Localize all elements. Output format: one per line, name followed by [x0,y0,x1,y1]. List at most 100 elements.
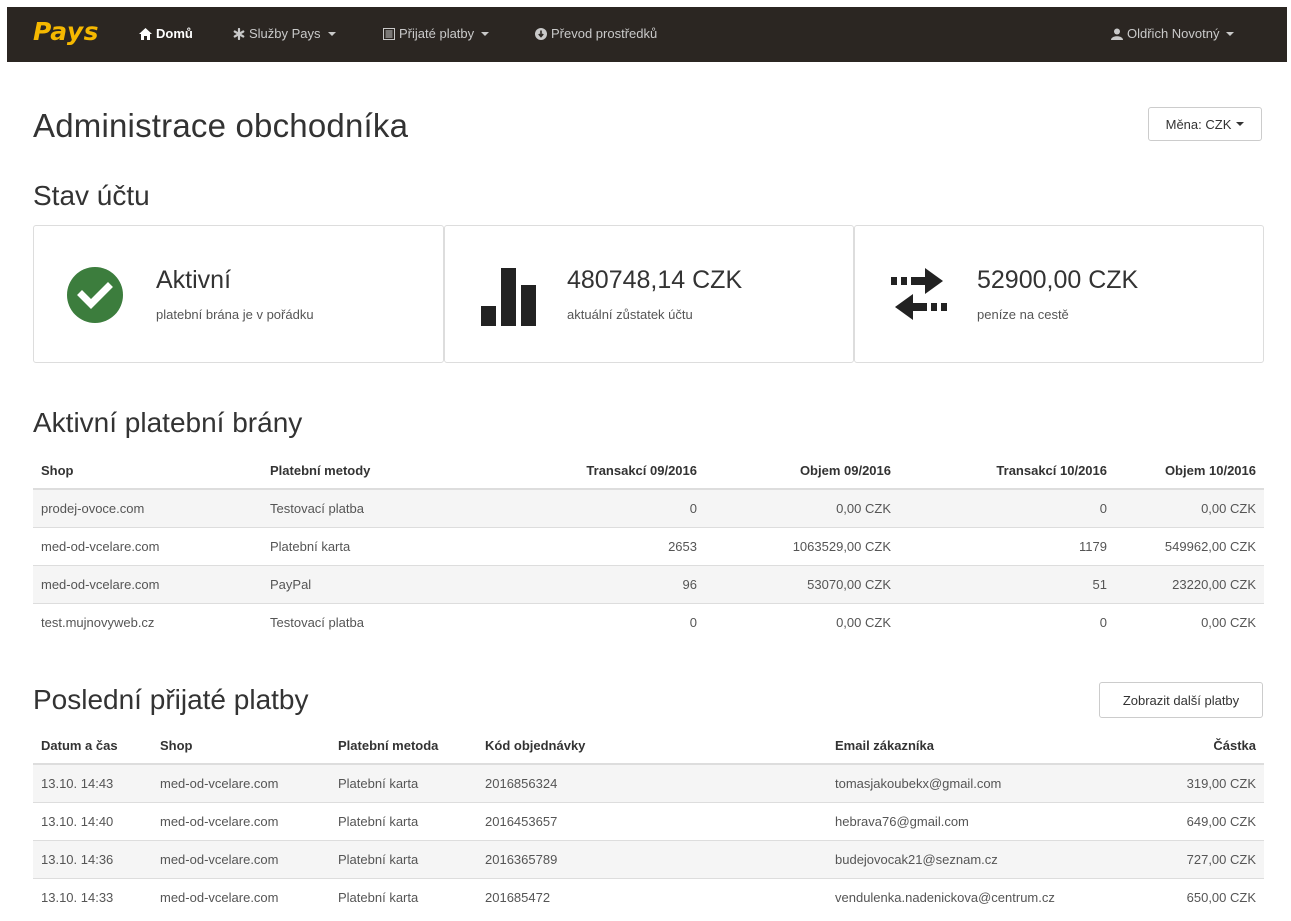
table-cell: 2653 [507,526,705,565]
status-desc: platební brána je v pořádku [156,307,314,322]
column-header: Platební metoda [330,728,477,765]
table-cell: prodej-ovoce.com [33,488,262,527]
table-cell: 96 [507,564,705,603]
table-cell: med-od-vcelare.com [152,801,330,840]
column-header: Transakcí 09/2016 [507,453,705,490]
status-value: Aktivní [156,266,232,294]
table-cell: 0 [899,488,1115,527]
table-row: med-od-vcelare.com PayPal 96 53070,00 CZ… [33,564,1264,603]
currency-dropdown-button[interactable]: Měna: CZK [1148,107,1262,141]
table-row: prodej-ovoce.com Testovací platba 0 0,00… [33,488,1264,527]
circle-arrow-down-icon [535,27,547,40]
status-card-active: Aktivní platební brána je v pořádku [33,225,444,363]
table-header-row: Shop Platební metody Transakcí 09/2016 O… [33,453,1264,490]
table-cell: Platební karta [330,839,477,878]
table-cell: 1179 [899,526,1115,565]
nav-item-services-label: Služby Pays [249,26,321,41]
table-cell: 0,00 CZK [1115,488,1264,527]
table-cell: med-od-vcelare.com [152,763,330,802]
asterisk-icon [233,27,245,40]
table-cell: Testovací platba [262,602,507,641]
page-title: Administrace obchodníka [33,107,409,144]
table-header-row: Datum a čas Shop Platební metoda Kód obj… [33,728,1264,765]
in-transit-desc: peníze na cestě [977,307,1069,322]
table-cell: med-od-vcelare.com [152,877,330,916]
table-cell: Platební karta [330,801,477,840]
top-navbar: Pays Domů Služby Pays Přijaté platby Pře… [7,7,1287,62]
chevron-down-icon [1236,122,1245,126]
table-cell: 0,00 CZK [705,488,899,527]
table-cell: 2016365789 [477,839,827,878]
table-row: med-od-vcelare.com Platební karta 2653 1… [33,526,1264,565]
nav-item-home[interactable]: Domů [139,26,193,41]
table-cell: hebrava76@gmail.com [827,801,1110,840]
column-header: Shop [152,728,330,765]
column-header: Transakcí 10/2016 [899,453,1115,490]
table-cell: 0 [899,602,1115,641]
home-icon [139,27,152,40]
table-cell: Platební karta [262,526,507,565]
status-card-balance: 480748,14 CZK aktuální zůstatek účtu [444,225,854,363]
column-header: Částka [1110,728,1264,765]
column-header: Objem 10/2016 [1115,453,1264,490]
table-cell: budejovocak21@seznam.cz [827,839,1110,878]
account-status-title: Stav účtu [33,180,150,211]
table-row[interactable]: 13.10. 14:33 med-od-vcelare.com Platební… [33,877,1264,916]
table-cell: 53070,00 CZK [705,564,899,603]
table-cell: 0,00 CZK [1115,602,1264,641]
recent-payments-title: Poslední přijaté platby [33,684,309,715]
balance-desc: aktuální zůstatek účtu [567,307,693,322]
table-cell: med-od-vcelare.com [152,839,330,878]
nav-item-payments[interactable]: Přijaté platby [383,26,490,41]
chevron-down-icon [327,31,336,36]
table-cell: Testovací platba [262,488,507,527]
table-cell: 2016453657 [477,801,827,840]
table-cell: 13.10. 14:36 [33,839,152,878]
gateways-table: Shop Platební metody Transakcí 09/2016 O… [33,453,1264,641]
brand-logo[interactable]: Pays [33,17,99,46]
table-cell: 319,00 CZK [1110,763,1264,802]
transfer-arrows-icon [891,268,947,323]
table-row[interactable]: 13.10. 14:43 med-od-vcelare.com Platební… [33,763,1264,802]
column-header: Datum a čas [33,728,152,765]
table-cell: 23220,00 CZK [1115,564,1264,603]
nav-item-transfer[interactable]: Převod prostředků [535,26,657,41]
table-row[interactable]: 13.10. 14:40 med-od-vcelare.com Platební… [33,801,1264,840]
status-card-in-transit: 52900,00 CZK peníze na cestě [854,225,1264,363]
table-cell: med-od-vcelare.com [33,526,262,565]
column-header: Platební metody [262,453,507,490]
column-header: Kód objednávky [477,728,827,765]
table-cell: vendulenka.nadenickova@centrum.cz [827,877,1110,916]
show-more-payments-button[interactable]: Zobrazit další platby [1099,682,1263,718]
payments-table: Datum a čas Shop Platební metoda Kód obj… [33,728,1264,916]
table-cell: med-od-vcelare.com [33,564,262,603]
nav-item-home-label: Domů [156,26,193,41]
column-header: Email zákazníka [827,728,1110,765]
currency-button-label: Měna: CZK [1165,116,1232,132]
table-cell: Platební karta [330,763,477,802]
table-cell: 51 [899,564,1115,603]
table-cell: Platební karta [330,877,477,916]
user-icon [1111,28,1123,40]
table-cell: 201685472 [477,877,827,916]
table-cell: 0 [507,602,705,641]
table-cell: 0 [507,488,705,527]
table-cell: 727,00 CZK [1110,839,1264,878]
table-cell: 13.10. 14:43 [33,763,152,802]
column-header: Objem 09/2016 [705,453,899,490]
table-cell: PayPal [262,564,507,603]
gateways-title: Aktivní platební brány [33,407,303,438]
table-row[interactable]: 13.10. 14:36 med-od-vcelare.com Platební… [33,839,1264,878]
nav-item-transfer-label: Převod prostředků [551,26,658,41]
user-name: Oldřich Novotný [1127,26,1220,41]
user-menu[interactable]: Oldřich Novotný [1111,26,1235,41]
table-cell: 13.10. 14:40 [33,801,152,840]
nav-item-services[interactable]: Služby Pays [233,26,336,41]
nav-item-payments-label: Přijaté platby [399,26,475,41]
chevron-down-icon [1226,31,1235,36]
table-row: test.mujnovyweb.cz Testovací platba 0 0,… [33,602,1264,641]
check-circle-icon [66,266,124,327]
column-header: Shop [33,453,262,490]
table-cell: 0,00 CZK [705,602,899,641]
list-icon [383,27,395,40]
